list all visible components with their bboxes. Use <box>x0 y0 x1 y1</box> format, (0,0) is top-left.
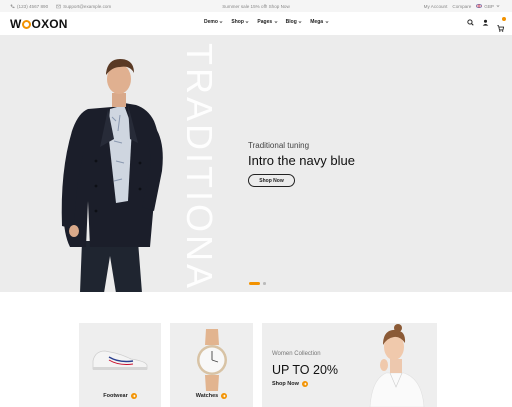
chevron-down-icon <box>496 5 500 8</box>
chevron-down-icon <box>245 21 249 24</box>
watches-label: Watches <box>170 393 253 399</box>
women-collection-banner[interactable]: Women Collection UP TO 20% Shop Now <box>262 323 437 407</box>
cart-count-badge <box>502 17 506 21</box>
collection-shop-now[interactable]: Shop Now <box>272 381 308 387</box>
cart-button[interactable] <box>497 17 506 32</box>
footwear-label: Footwear <box>79 393 161 399</box>
currency-selector[interactable]: GBP <box>476 4 500 9</box>
hero-vertical-text: TRADITIONAL <box>179 43 220 292</box>
logo[interactable]: W OXON <box>10 17 68 31</box>
watch-image <box>197 329 227 391</box>
slider-dot[interactable] <box>263 282 266 285</box>
sneaker-image <box>92 350 148 370</box>
woman-model-image <box>369 324 425 407</box>
compare-link[interactable]: Compare <box>452 4 471 9</box>
nav-item-pages[interactable]: Pages <box>257 19 278 25</box>
main-nav: Demo Shop Pages Blog Mega <box>204 19 329 25</box>
hero-shop-now-button[interactable]: Shop Now <box>248 174 295 187</box>
chevron-down-icon <box>298 21 302 24</box>
chevron-down-icon <box>219 21 223 24</box>
top-bar: (123) 4567 890 Support@example.com Summe… <box>0 0 512 12</box>
search-icon[interactable] <box>467 19 474 26</box>
slider-pagination <box>249 282 266 285</box>
currency-label: GBP <box>484 3 494 9</box>
footwear-banner[interactable]: Footwear <box>79 323 161 407</box>
flag-icon <box>476 4 483 8</box>
chevron-down-icon <box>325 21 328 24</box>
main-header: W OXON Demo Shop Pages Blog Mega <box>0 12 512 35</box>
arrow-right-icon <box>223 394 226 398</box>
arrow-right-icon <box>303 382 307 386</box>
collection-offer: UP TO 20% <box>272 363 339 377</box>
hero-model-image <box>61 59 163 292</box>
hero-subtitle: Traditional tuning <box>248 141 310 150</box>
my-account-link[interactable]: My Account <box>424 4 448 9</box>
arrow-badge[interactable] <box>221 393 228 399</box>
cart-icon <box>497 25 505 32</box>
header-actions <box>467 17 506 32</box>
user-icon[interactable] <box>482 19 489 26</box>
collection-label: Women Collection <box>272 351 321 357</box>
hero-headline: Intro the navy blue <box>248 153 355 168</box>
arrow-badge <box>301 381 308 387</box>
nav-item-demo[interactable]: Demo <box>204 19 223 25</box>
watches-banner[interactable]: Watches <box>170 323 253 407</box>
nav-item-blog[interactable]: Blog <box>286 19 303 25</box>
arrow-right-icon <box>132 394 136 398</box>
slider-dot-active[interactable] <box>249 282 260 285</box>
nav-item-mega[interactable]: Mega <box>310 19 328 25</box>
nav-item-shop[interactable]: Shop <box>231 19 249 25</box>
arrow-badge[interactable] <box>130 393 137 399</box>
chevron-down-icon <box>274 21 278 24</box>
hero-slider: TRADITIONAL Traditional tuning Intro the… <box>0 35 512 292</box>
